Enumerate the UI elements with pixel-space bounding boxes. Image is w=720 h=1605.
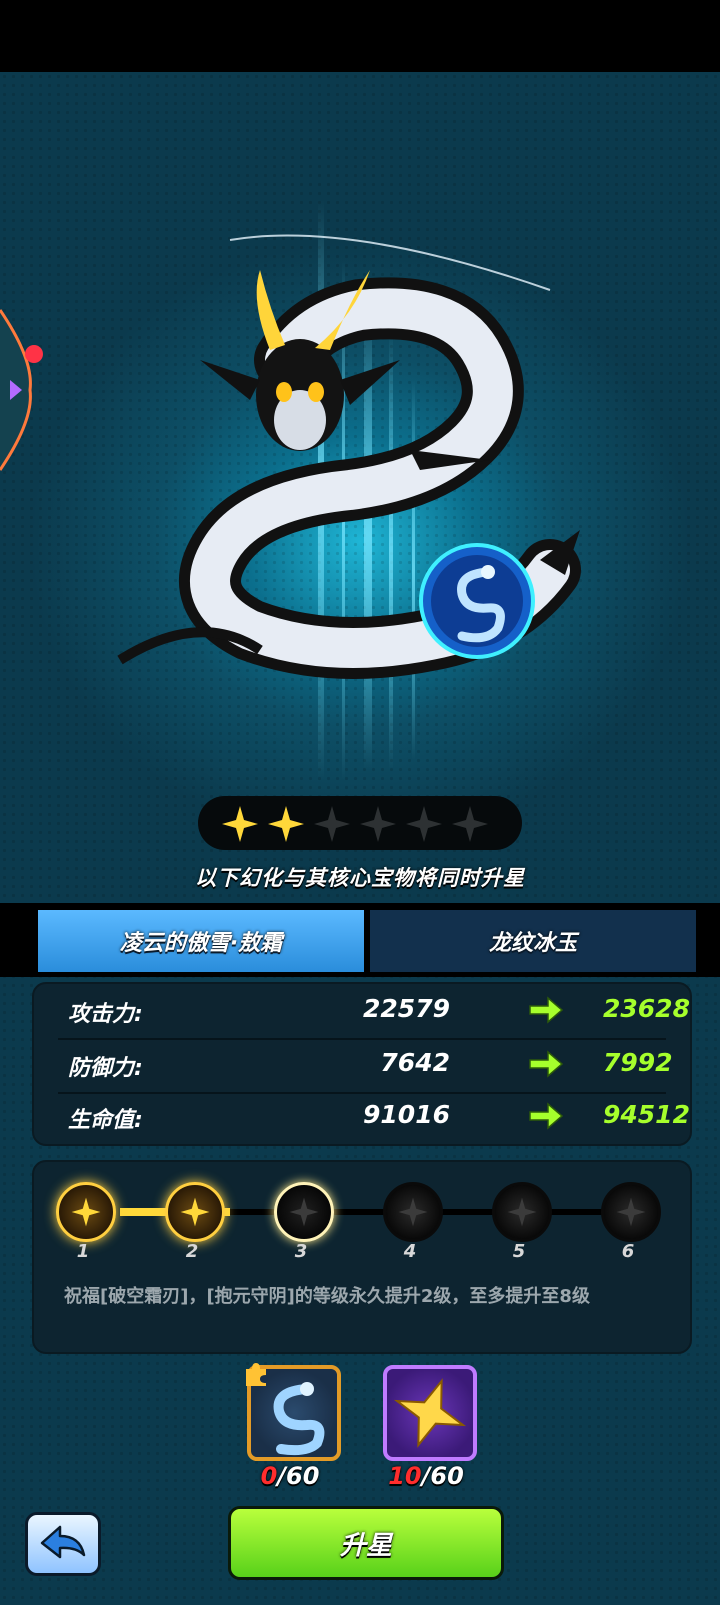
stat-name: 生命值: xyxy=(68,1108,143,1133)
level-number: 4 xyxy=(403,1241,417,1262)
level-number: 5 xyxy=(512,1241,526,1262)
star-icon xyxy=(180,1197,210,1227)
star-icon-empty xyxy=(452,806,488,842)
star-icon xyxy=(616,1197,646,1227)
stat-row-attack: 攻击力: 22579 23628 xyxy=(68,988,690,1036)
divider xyxy=(58,1038,666,1040)
back-button[interactable] xyxy=(25,1512,101,1576)
level-number: 2 xyxy=(185,1241,199,1262)
level-node-5[interactable] xyxy=(492,1182,552,1242)
star-icon xyxy=(289,1197,319,1227)
stat-row-hp: 生命值: 91016 94512 xyxy=(68,1094,690,1142)
back-arrow-icon xyxy=(40,1525,86,1559)
stat-old-value: 22579 xyxy=(363,994,450,1023)
material-slot-dragon-jade[interactable] xyxy=(246,1363,341,1461)
tab-skin[interactable]: 凌云的傲雪·敖霜 xyxy=(38,910,364,972)
stat-new-value: 94512 xyxy=(603,1100,690,1129)
level-node-2[interactable] xyxy=(165,1182,225,1242)
level-number: 3 xyxy=(294,1241,308,1262)
star-rating xyxy=(198,796,522,850)
star-icon-empty xyxy=(406,806,442,842)
stat-new-value: 7992 xyxy=(603,1048,673,1077)
tab-treasure[interactable]: 龙纹冰玉 xyxy=(370,910,696,972)
star-icon-empty xyxy=(360,806,396,842)
green-arrow-icon xyxy=(529,996,564,1024)
stat-old-value: 91016 xyxy=(363,1100,450,1129)
stat-old-value: 7642 xyxy=(380,1048,450,1077)
level-number: 1 xyxy=(76,1241,90,1262)
level-node-6[interactable] xyxy=(601,1182,661,1242)
star-icon-empty xyxy=(314,806,350,842)
star-level-panel: 1 2 3 4 5 6 祝福[破空霜刃]，[抱元守阴]的等级永久提升2级，至多提… xyxy=(32,1160,692,1354)
level-number: 6 xyxy=(621,1241,635,1262)
notification-dot xyxy=(25,345,43,363)
upgrade-notice: 以下幻化与其核心宝物将同时升星 xyxy=(195,866,525,890)
green-arrow-icon xyxy=(529,1050,564,1078)
star-icon xyxy=(398,1197,428,1227)
status-bar xyxy=(0,0,720,72)
star-icon xyxy=(71,1197,101,1227)
stat-new-value: 23628 xyxy=(603,994,690,1023)
stat-row-defense: 防御力: 7642 7992 xyxy=(68,1042,673,1090)
material-slot-star[interactable] xyxy=(383,1365,477,1461)
level-node-4[interactable] xyxy=(383,1182,443,1242)
material-count-1: 0/60 xyxy=(260,1462,320,1490)
material-count-2: 10/60 xyxy=(388,1462,464,1490)
upgrade-star-button[interactable]: 升星 xyxy=(228,1506,504,1580)
dragon-jade-orb-icon xyxy=(419,543,535,659)
stat-name: 攻击力: xyxy=(68,1002,143,1027)
gold-star-icon xyxy=(393,1378,467,1448)
star-icon xyxy=(507,1197,537,1227)
side-panel-tab[interactable] xyxy=(0,300,40,480)
stat-name: 防御力: xyxy=(68,1056,143,1081)
level-description: 祝福[破空霜刃]，[抱元守阴]的等级永久提升2级，至多提升至8级 xyxy=(64,1286,590,1307)
puzzle-piece-icon xyxy=(246,1363,266,1386)
star-icon-filled xyxy=(268,806,304,842)
level-node-1[interactable] xyxy=(56,1182,116,1242)
level-node-3[interactable] xyxy=(274,1182,334,1242)
star-icon-filled xyxy=(222,806,258,842)
stats-panel: 攻击力: 22579 23628 防御力: 7642 7992 生命值: 910… xyxy=(32,982,692,1146)
green-arrow-icon xyxy=(529,1102,564,1130)
